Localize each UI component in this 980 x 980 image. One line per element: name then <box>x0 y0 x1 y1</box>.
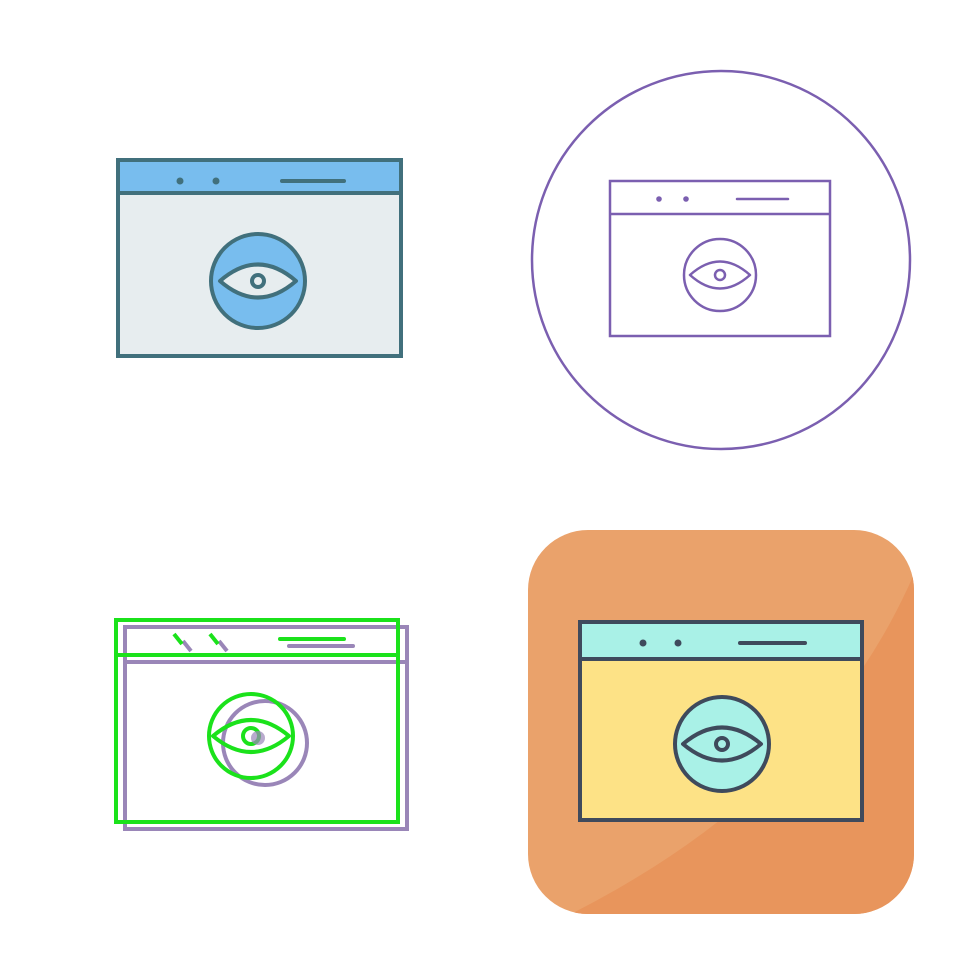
titlebar-dot-2 <box>683 196 689 202</box>
browser-eye-filled-icon <box>116 158 403 358</box>
eye-pupil <box>713 268 727 282</box>
shadow-layer <box>123 625 409 831</box>
browser-eye-flat-tile-icon <box>528 530 914 914</box>
icon-set-canvas <box>0 0 980 980</box>
titlebar-dot-2 <box>674 639 682 647</box>
eye-pupil-fill <box>251 731 265 745</box>
window-body <box>608 179 832 338</box>
eye-shape <box>688 260 752 290</box>
browser-eye-lined-icon <box>114 618 409 831</box>
window-titlebar <box>578 620 864 661</box>
browser-eye-outline-circle-icon <box>530 69 912 451</box>
titlebar-dot-1 <box>639 639 647 647</box>
primary-layer <box>114 618 400 824</box>
titlebar-dot-2 <box>212 177 220 185</box>
window-titlebar <box>116 158 403 195</box>
titlebar-dot-1 <box>656 196 662 202</box>
outer-circle <box>530 69 912 451</box>
titlebar-dot-1 <box>176 177 184 185</box>
eye-disc <box>682 237 758 313</box>
